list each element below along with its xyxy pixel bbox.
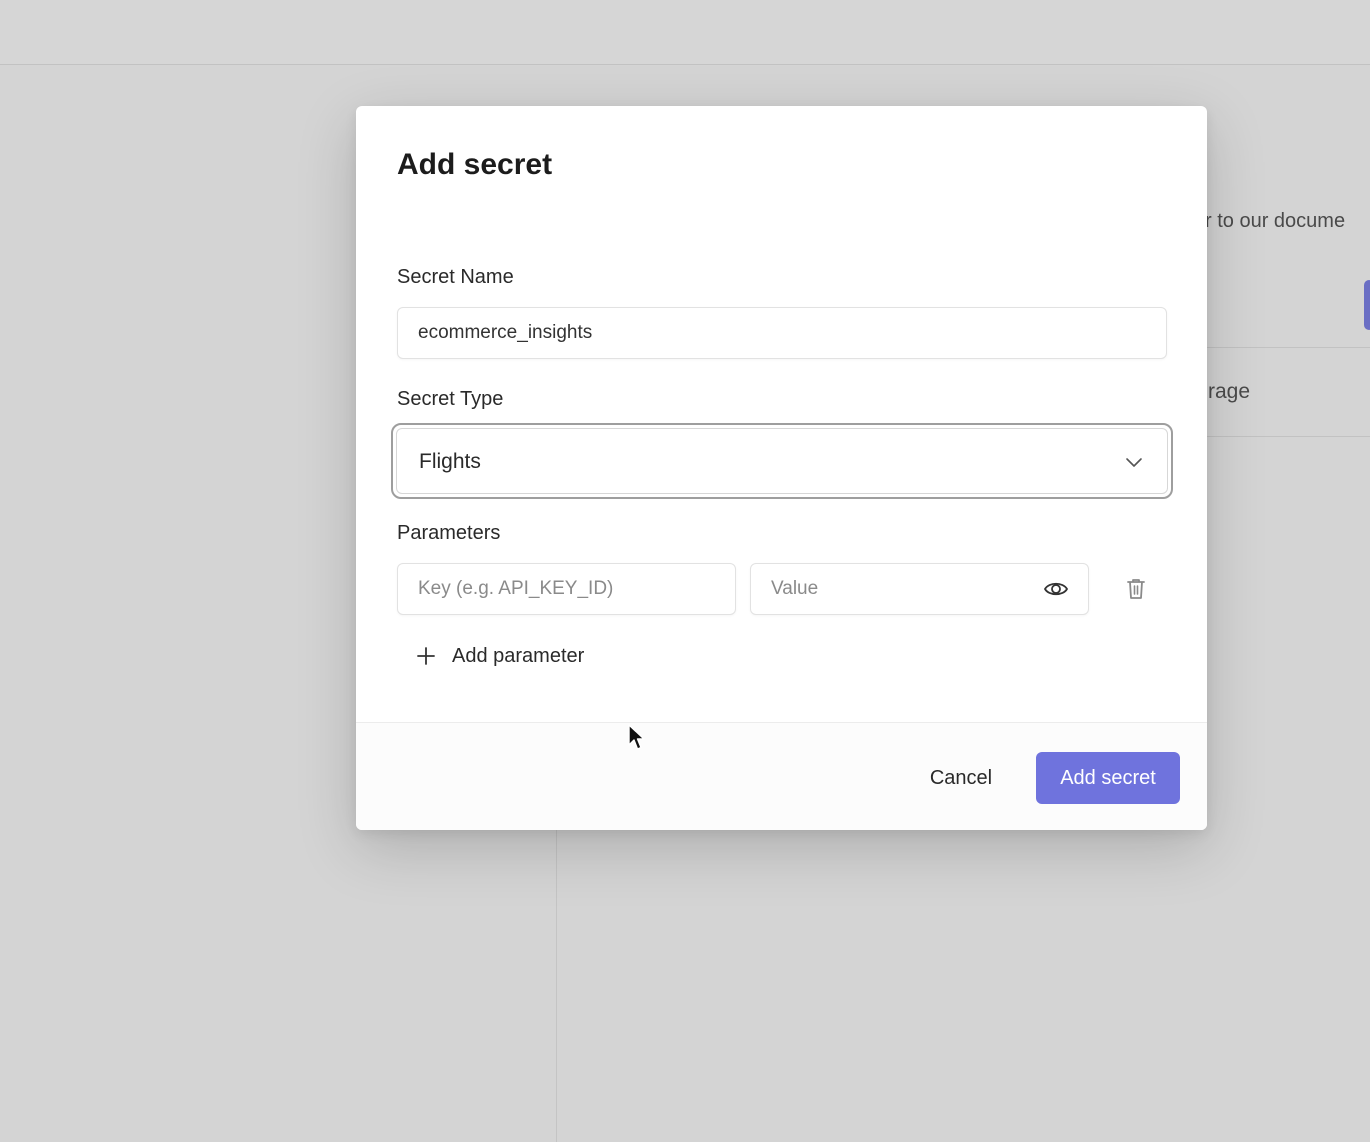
add-secret-button[interactable]: Add secret bbox=[1036, 752, 1180, 804]
secret-name-input[interactable] bbox=[397, 307, 1167, 359]
parameter-value-field bbox=[750, 563, 1089, 615]
plus-icon bbox=[417, 647, 435, 665]
secret-type-label: Secret Type bbox=[397, 388, 504, 410]
background-topbar bbox=[0, 0, 1370, 65]
secret-type-focus-ring: Flights bbox=[391, 423, 1173, 499]
background-docs-text: r to our docume bbox=[1205, 210, 1346, 232]
dialog-title: Add secret bbox=[397, 148, 553, 181]
eye-icon[interactable] bbox=[1043, 577, 1069, 601]
background-button-edge bbox=[1364, 280, 1370, 330]
cancel-button[interactable]: Cancel bbox=[908, 752, 1014, 804]
background-column-divider bbox=[556, 830, 557, 1142]
secret-type-value: Flights bbox=[419, 450, 481, 473]
background-storage-text: rage bbox=[1208, 380, 1251, 403]
secret-type-select[interactable]: Flights bbox=[396, 428, 1168, 494]
add-secret-dialog: Add secret Secret Name Secret Type Fligh… bbox=[356, 106, 1207, 830]
add-parameter-label: Add parameter bbox=[452, 644, 585, 667]
parameters-label: Parameters bbox=[397, 522, 501, 544]
cursor-icon bbox=[628, 724, 645, 750]
background-divider bbox=[1207, 436, 1370, 437]
background-divider bbox=[1207, 347, 1370, 348]
chevron-down-icon bbox=[1126, 458, 1142, 467]
parameter-value-input[interactable] bbox=[750, 563, 1089, 615]
secret-name-label: Secret Name bbox=[397, 266, 514, 288]
parameter-key-input[interactable] bbox=[397, 563, 736, 615]
trash-icon[interactable] bbox=[1125, 577, 1147, 601]
add-parameter-button[interactable]: Add parameter bbox=[416, 641, 584, 671]
dialog-footer: Cancel Add secret bbox=[356, 722, 1207, 830]
